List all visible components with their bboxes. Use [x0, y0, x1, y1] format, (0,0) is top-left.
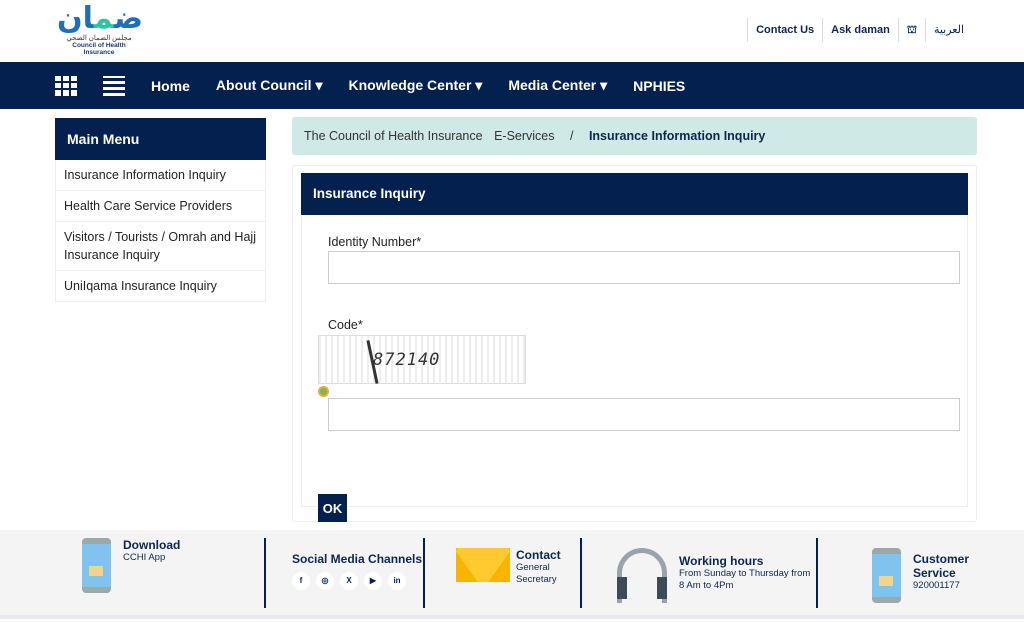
youtube-icon[interactable]: ▶ — [364, 572, 382, 590]
contact-secretary[interactable]: Contact General Secretary — [456, 548, 561, 618]
divider — [580, 538, 582, 608]
customer-service[interactable]: Customer Service 920001177 — [872, 548, 969, 618]
logo-mark: ضمان — [57, 1, 143, 36]
phone-download-icon — [82, 538, 111, 593]
menu-icon[interactable] — [103, 75, 125, 96]
contact-title: Contact — [516, 548, 561, 562]
social-media: Social Media Channels f ◎ X ▶ in — [292, 552, 422, 622]
working-hours: Working hours From Sunday to Thursday fro… — [617, 548, 810, 618]
main-nav: Home About Council ▾ Knowledge Center ▾ … — [0, 62, 1024, 109]
logo-english: Council of Health Insurance — [72, 42, 126, 56]
divider — [264, 538, 266, 608]
social-title: Social Media Channels — [292, 552, 423, 566]
code-input[interactable] — [328, 398, 960, 431]
ask-daman-link[interactable]: Ask daman — [823, 18, 899, 42]
headset-icon — [617, 548, 667, 603]
sidebar-item[interactable]: Health Care Service Providers — [55, 191, 266, 222]
instagram-icon[interactable]: ◎ — [316, 572, 334, 590]
download-app[interactable]: Download CCHI App — [82, 538, 180, 608]
breadcrumb: The Council of Health Insurance E-Servic… — [292, 117, 977, 155]
download-title: Download — [123, 538, 181, 552]
contact-sub: Secretary — [516, 574, 557, 585]
footer: Download CCHI App Social Media Channels f… — [0, 530, 1024, 619]
logo-arabic: مجلس الضمان الصحي — [66, 35, 132, 42]
utility-links: Contact Us Ask daman ⛫ العربية — [747, 18, 972, 42]
nav-home[interactable]: Home — [151, 78, 190, 94]
top-header: ضمان مجلس الضمان الصحي Council of Health… — [0, 0, 1024, 62]
nav-knowledge-center[interactable]: Knowledge Center ▾ — [348, 77, 482, 94]
ok-button[interactable]: OK — [318, 494, 347, 522]
refresh-captcha-icon[interactable] — [318, 386, 329, 397]
divider — [816, 538, 818, 608]
arabic-language-link[interactable]: العربية — [926, 18, 972, 42]
sidebar-item[interactable]: Insurance Information Inquiry — [55, 160, 266, 191]
contact-sub: General — [516, 562, 550, 573]
nav-media-center[interactable]: Media Center ▾ — [508, 77, 607, 94]
cchi-logo[interactable]: ضمان مجلس الضمان الصحي Council of Health… — [57, 1, 147, 57]
cs-number: 920001177 — [913, 580, 960, 591]
sidebar-item[interactable]: Visitors / Tourists / Omrah and Hajj Ins… — [55, 222, 266, 271]
identity-number-input[interactable] — [328, 251, 960, 284]
cs-title: Service — [913, 566, 956, 580]
linkedin-icon[interactable]: in — [388, 572, 406, 590]
code-label: Code* — [328, 318, 363, 332]
sidebar-title: Main Menu — [55, 118, 266, 160]
phone-icon — [872, 548, 901, 603]
x-icon[interactable]: X — [340, 572, 358, 590]
hours-text: 8 Am to 4Pm — [679, 580, 734, 591]
breadcrumb-separator: / — [569, 129, 574, 143]
identity-label: Identity Number* — [328, 235, 422, 249]
hours-title: Working hours — [679, 554, 764, 568]
envelope-icon — [456, 548, 510, 582]
download-sub: CCHI App — [123, 552, 166, 563]
nav-about-council[interactable]: About Council ▾ — [216, 77, 323, 94]
breadcrumb-current: Insurance Information Inquiry — [588, 129, 766, 143]
panel-title: Insurance Inquiry — [301, 173, 968, 215]
breadcrumb-section[interactable]: E-Services — [494, 129, 554, 143]
apps-grid-icon[interactable] — [55, 75, 77, 96]
captcha-image: 872140 — [318, 335, 526, 384]
sidebar: Main Menu Insurance Information Inquiry … — [55, 118, 266, 302]
hours-text: From Sunday to Thursday from — [679, 568, 811, 579]
divider — [423, 538, 425, 608]
breadcrumb-home[interactable]: The Council of Health Insurance — [304, 129, 483, 143]
cs-title: Customer — [913, 552, 970, 566]
sidebar-item[interactable]: UniIqama Insurance Inquiry — [55, 271, 266, 302]
facebook-icon[interactable]: f — [292, 572, 310, 590]
contact-us-link[interactable]: Contact Us — [748, 18, 824, 42]
nav-nphies[interactable]: NPHIES — [633, 78, 685, 94]
sitemap-icon[interactable]: ⛫ — [899, 18, 926, 42]
